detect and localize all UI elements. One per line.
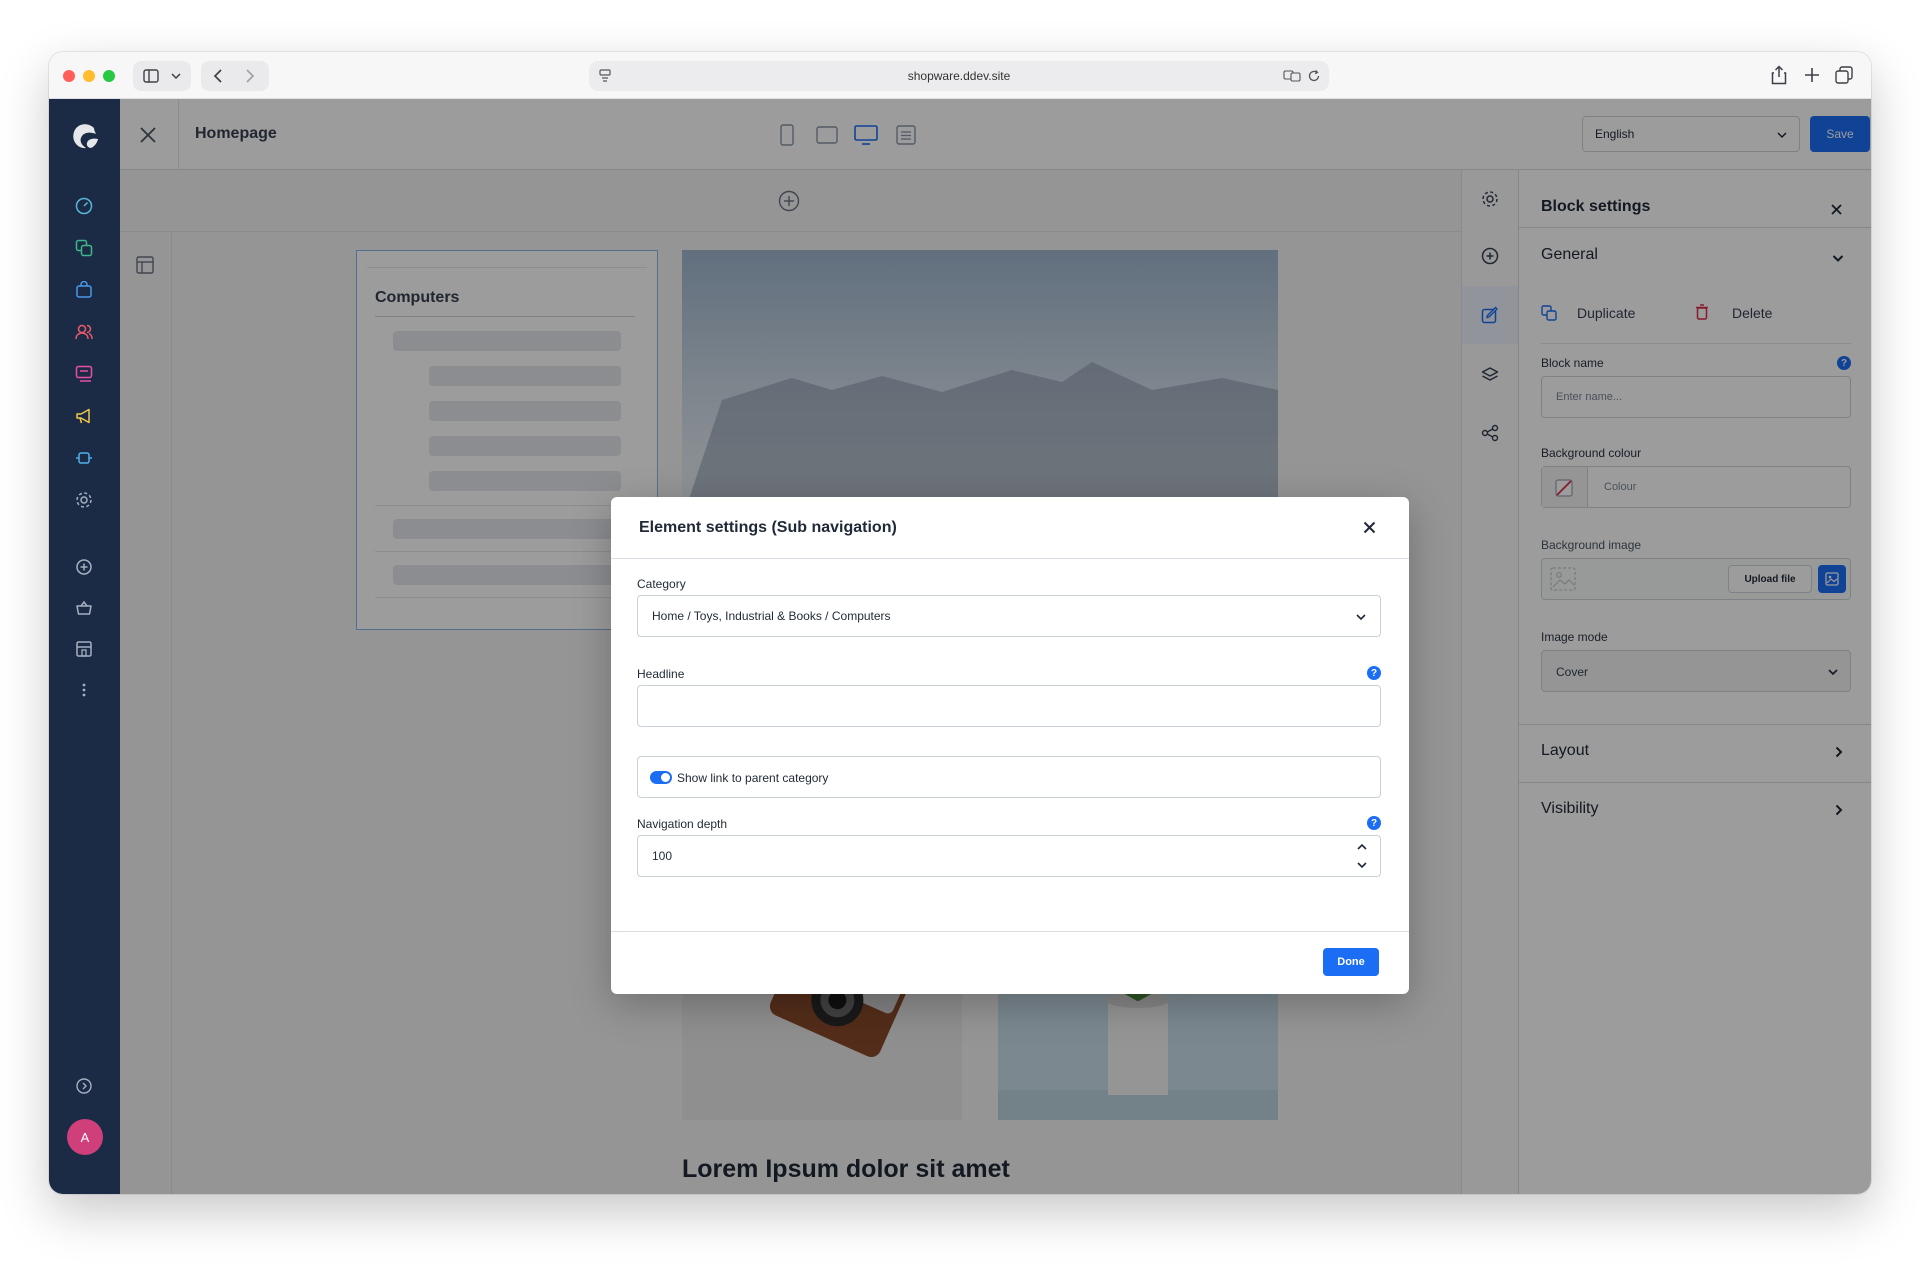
translate-icon[interactable] xyxy=(1283,70,1301,82)
close-icon[interactable] xyxy=(1363,521,1376,534)
category-select[interactable]: Home / Toys, Industrial & Books / Comput… xyxy=(637,595,1381,637)
headline-label: Headline xyxy=(637,667,685,681)
more-options-icon[interactable] xyxy=(67,677,101,703)
reload-icon[interactable] xyxy=(1307,69,1321,83)
category-label: Category xyxy=(637,577,686,591)
add-sales-channel-icon[interactable] xyxy=(67,554,101,580)
settings-gear-icon[interactable] xyxy=(67,487,101,513)
back-icon[interactable] xyxy=(213,69,223,83)
storefront-channel-icon[interactable] xyxy=(67,636,101,662)
avatar[interactable]: A xyxy=(67,1119,103,1155)
depth-value: 100 xyxy=(652,849,673,863)
chevron-down-icon xyxy=(1356,614,1366,621)
parent-link-toggle-row[interactable]: Show link to parent category xyxy=(637,756,1381,798)
zoom-window-button[interactable] xyxy=(103,70,115,82)
divider xyxy=(611,558,1409,559)
orders-icon[interactable] xyxy=(67,277,101,303)
toggle-knob xyxy=(661,773,670,782)
share-icon[interactable] xyxy=(1771,65,1787,85)
expand-sidebar-icon[interactable] xyxy=(67,1073,101,1099)
marketing-icon[interactable] xyxy=(67,403,101,429)
category-value: Home / Toys, Industrial & Books / Comput… xyxy=(652,609,891,623)
history-nav xyxy=(201,61,269,91)
help-icon[interactable]: ? xyxy=(1367,816,1381,830)
browser-window: shopware.ddev.site A Homepage English Sa… xyxy=(49,52,1871,1194)
dashboard-icon[interactable] xyxy=(67,193,101,219)
headless-channel-icon[interactable] xyxy=(67,595,101,621)
parent-link-toggle[interactable] xyxy=(650,771,672,784)
minimize-window-button[interactable] xyxy=(83,70,95,82)
shopware-admin: A Homepage English Save Computers Lorem … xyxy=(49,99,1871,1194)
element-settings-modal: Element settings (Sub navigation) Catego… xyxy=(611,497,1409,994)
tab-overview-icon[interactable] xyxy=(1835,66,1853,84)
depth-number-input[interactable]: 100 xyxy=(637,835,1381,877)
address-bar[interactable]: shopware.ddev.site xyxy=(589,61,1329,91)
increment-icon[interactable] xyxy=(1357,843,1367,851)
browser-toolbar: shopware.ddev.site xyxy=(49,52,1871,99)
headline-input[interactable] xyxy=(637,685,1381,727)
content-icon[interactable] xyxy=(67,361,101,387)
new-tab-icon[interactable] xyxy=(1804,67,1820,83)
sidebar-icon xyxy=(143,69,159,83)
url-text: shopware.ddev.site xyxy=(907,69,1011,83)
close-window-button[interactable] xyxy=(63,70,75,82)
customers-icon[interactable] xyxy=(67,319,101,345)
modal-title: Element settings (Sub navigation) xyxy=(639,519,897,536)
sidebar-toggle-group[interactable] xyxy=(133,61,191,91)
site-settings-icon[interactable] xyxy=(599,69,611,83)
decrement-icon[interactable] xyxy=(1357,861,1367,869)
depth-label: Navigation depth xyxy=(637,817,728,831)
divider xyxy=(611,931,1409,932)
extensions-icon[interactable] xyxy=(67,445,101,471)
main-sidebar: A xyxy=(49,99,120,1194)
forward-icon[interactable] xyxy=(245,69,255,83)
done-button[interactable]: Done xyxy=(1323,948,1379,976)
parent-link-toggle-label: Show link to parent category xyxy=(677,771,829,785)
catalogue-icon[interactable] xyxy=(67,235,101,261)
shopware-logo-icon[interactable] xyxy=(69,119,101,151)
chevron-down-icon xyxy=(171,73,181,80)
help-icon[interactable]: ? xyxy=(1367,666,1381,680)
